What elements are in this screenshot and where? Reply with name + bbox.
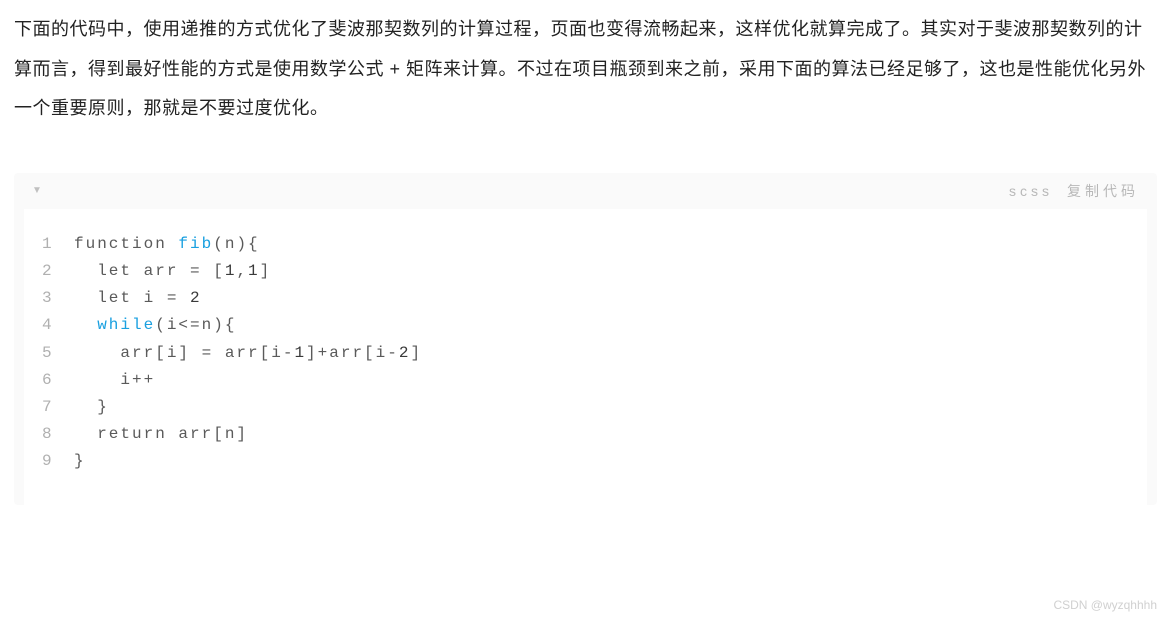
code-body: 1function fib(n){2 let arr = [1,1]3 let …	[24, 209, 1147, 506]
line-content: let arr = [1,1]	[74, 258, 271, 285]
code-line: 9}	[42, 448, 1129, 475]
line-number: 8	[42, 421, 74, 448]
line-content: let i = 2	[74, 285, 202, 312]
line-content: }	[74, 394, 109, 421]
code-line: 4 while(i<=n){	[42, 312, 1129, 339]
code-line: 6 i++	[42, 367, 1129, 394]
line-number: 7	[42, 394, 74, 421]
code-line: 1function fib(n){	[42, 231, 1129, 258]
code-line: 7 }	[42, 394, 1129, 421]
line-content: function fib(n){	[74, 231, 260, 258]
line-content: i++	[74, 367, 155, 394]
line-number: 2	[42, 258, 74, 285]
copy-code-button[interactable]: 复制代码	[1067, 181, 1139, 201]
code-header-right: scss 复制代码	[1009, 181, 1139, 201]
line-content: while(i<=n){	[74, 312, 236, 339]
code-line: 8 return arr[n]	[42, 421, 1129, 448]
code-line: 2 let arr = [1,1]	[42, 258, 1129, 285]
code-lang-label: scss	[1009, 183, 1053, 199]
line-content: return arr[n]	[74, 421, 248, 448]
line-number: 1	[42, 231, 74, 258]
line-number: 9	[42, 448, 74, 475]
line-number: 6	[42, 367, 74, 394]
code-header: ▼ scss 复制代码	[14, 173, 1157, 209]
line-number: 4	[42, 312, 74, 339]
line-number: 3	[42, 285, 74, 312]
line-content: arr[i] = arr[i-1]+arr[i-2]	[74, 340, 422, 367]
line-number: 5	[42, 340, 74, 367]
watermark: CSDN @wyzqhhhh	[1053, 598, 1157, 612]
description-paragraph: 下面的代码中，使用递推的方式优化了斐波那契数列的计算过程，页面也变得流畅起来，这…	[14, 10, 1157, 129]
line-content: }	[74, 448, 86, 475]
collapse-icon[interactable]: ▼	[32, 185, 42, 196]
code-block: ▼ scss 复制代码 1function fib(n){2 let arr =…	[14, 173, 1157, 506]
code-line: 3 let i = 2	[42, 285, 1129, 312]
code-line: 5 arr[i] = arr[i-1]+arr[i-2]	[42, 340, 1129, 367]
